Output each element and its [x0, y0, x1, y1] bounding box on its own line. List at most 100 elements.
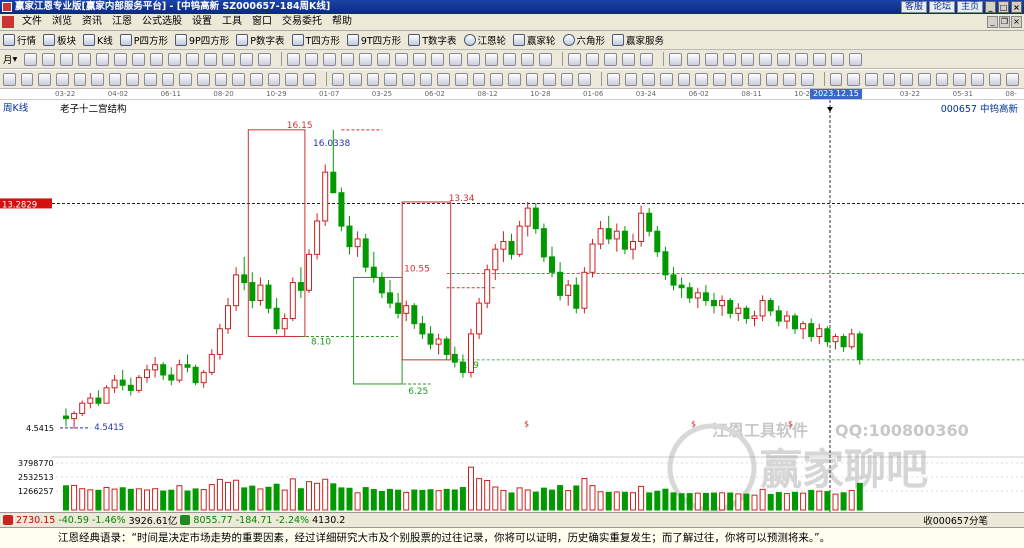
step-icon[interactable] — [521, 52, 535, 66]
drawing-tool-icon[interactable] — [179, 72, 193, 86]
left-icon[interactable] — [395, 52, 409, 66]
drawing-tool-icon[interactable] — [108, 72, 122, 86]
gann-fan-icon[interactable] — [258, 52, 272, 66]
star-icon[interactable] — [485, 52, 499, 66]
next-icon[interactable] — [359, 52, 373, 66]
window-icon[interactable] — [741, 52, 755, 66]
9p-square-button[interactable]: 9P四方形 — [175, 33, 229, 47]
down-icon[interactable] — [467, 52, 481, 66]
box-icon[interactable] — [240, 52, 254, 66]
parallel-icon[interactable] — [60, 52, 74, 66]
drawing-tool-icon[interactable] — [677, 72, 691, 86]
child-close-button[interactable]: × — [1011, 16, 1022, 28]
menu-gann[interactable]: 江恩 — [107, 14, 137, 30]
period-select[interactable]: 月 ▾ — [3, 52, 17, 67]
winner-service-button[interactable]: 赢家服务 — [612, 33, 664, 47]
hexagon-button[interactable]: 六角形 — [562, 33, 605, 47]
home-link[interactable]: 主页 — [956, 1, 983, 13]
drawing-tool-icon[interactable] — [144, 72, 157, 86]
drawing-tool-icon[interactable] — [454, 72, 468, 86]
first-icon[interactable] — [323, 52, 337, 66]
menu-window[interactable]: 窗口 — [247, 14, 277, 30]
drawing-tool-icon[interactable] — [560, 72, 574, 86]
grid-icon[interactable] — [669, 52, 683, 66]
right-icon[interactable] — [413, 52, 427, 66]
forum-link[interactable]: 论坛 — [928, 1, 955, 13]
zoom-in-icon[interactable] — [287, 52, 301, 66]
tick-detail-label[interactable]: 收000657分笔 — [923, 513, 988, 527]
menu-settings[interactable]: 设置 — [187, 14, 217, 30]
cross-icon[interactable] — [132, 52, 146, 66]
drawing-tool-icon[interactable] — [882, 72, 896, 86]
table-icon[interactable] — [723, 52, 737, 66]
service-link[interactable]: 客服 — [900, 1, 927, 13]
text-icon[interactable] — [168, 52, 182, 66]
drawing-tool-icon[interactable] — [829, 72, 843, 86]
help-icon[interactable] — [849, 52, 863, 66]
menu-trade[interactable]: 交易委托 — [277, 14, 327, 30]
maximize-button[interactable]: □ — [998, 1, 1009, 13]
drawing-tool-icon[interactable] — [232, 72, 245, 86]
drawing-tool-icon[interactable] — [970, 72, 984, 86]
cycle-icon[interactable] — [640, 52, 654, 66]
tile-icon[interactable] — [759, 52, 773, 66]
close-button[interactable]: × — [1011, 1, 1022, 13]
drawing-tool-icon[interactable] — [730, 72, 744, 86]
drawing-tool-icon[interactable] — [419, 72, 433, 86]
drawing-tool-icon[interactable] — [331, 72, 345, 86]
list-icon[interactable] — [705, 52, 719, 66]
drawing-tool-icon[interactable] — [660, 72, 673, 86]
kline-chart[interactable]: 江恩工具软件 QQ:100800360 赢家聊吧 13.2829 16.15 16.033… — [0, 100, 1024, 513]
check-icon[interactable] — [604, 52, 618, 66]
drawing-tool-icon[interactable] — [73, 72, 87, 86]
drawing-tool-icon[interactable] — [953, 72, 966, 86]
p-square-button[interactable]: P四方形 — [119, 33, 168, 47]
menu-formula[interactable]: 公式选股 — [137, 14, 187, 30]
p-number-table-button[interactable]: P数字表 — [236, 33, 285, 47]
ruler-icon[interactable] — [186, 52, 200, 66]
drawing-tool-icon[interactable] — [748, 72, 761, 86]
drawing-tool-icon[interactable] — [490, 72, 503, 86]
drawing-tool-icon[interactable] — [161, 72, 175, 86]
drawing-tool-icon[interactable] — [783, 72, 797, 86]
fib-icon[interactable] — [78, 52, 92, 66]
up-icon[interactable] — [449, 52, 463, 66]
export-icon[interactable] — [777, 52, 791, 66]
drawing-tool-icon[interactable] — [437, 72, 450, 86]
arrow-down-icon[interactable] — [114, 52, 128, 66]
drawing-tool-icon[interactable] — [214, 72, 228, 86]
9t-square-button[interactable]: 9T四方形 — [346, 33, 401, 47]
drawing-tool-icon[interactable] — [865, 72, 878, 86]
drawing-tool-icon[interactable] — [765, 72, 779, 86]
sector-button[interactable]: 板块 — [43, 33, 76, 47]
drawing-tool-icon[interactable] — [249, 72, 263, 86]
prev-icon[interactable] — [341, 52, 355, 66]
child-restore-button[interactable]: ❐ — [999, 16, 1010, 28]
drawing-tool-icon[interactable] — [712, 72, 726, 86]
drawing-tool-icon[interactable] — [20, 72, 34, 86]
t-number-table-button[interactable]: T数字表 — [408, 33, 457, 47]
kline-button[interactable]: K线 — [83, 33, 113, 47]
line-icon[interactable] — [24, 52, 38, 66]
font-icon[interactable] — [813, 52, 827, 66]
drawing-tool-icon[interactable] — [525, 72, 539, 86]
play-icon[interactable] — [503, 52, 517, 66]
drawing-tool-icon[interactable] — [543, 72, 556, 86]
plus-icon[interactable] — [586, 52, 600, 66]
winner-wheel-button[interactable]: 赢家轮 — [513, 33, 556, 47]
drawing-tool-icon[interactable] — [402, 72, 415, 86]
drawing-tool-icon[interactable] — [366, 72, 380, 86]
channel-icon[interactable] — [204, 52, 218, 66]
drawing-tool-icon[interactable] — [3, 72, 16, 86]
drawing-tool-icon[interactable] — [642, 72, 655, 86]
drawing-tool-icon[interactable] — [349, 72, 362, 86]
pitchfork-icon[interactable] — [222, 52, 236, 66]
chart-icon[interactable] — [687, 52, 701, 66]
diamond-icon[interactable] — [431, 52, 445, 66]
drawing-tool-icon[interactable] — [847, 72, 861, 86]
drawing-tool-icon[interactable] — [91, 72, 104, 86]
drawing-tool-icon[interactable] — [197, 72, 210, 86]
drawing-tool-icon[interactable] — [695, 72, 708, 86]
t-square-button[interactable]: T四方形 — [291, 33, 340, 47]
circle-icon[interactable] — [150, 52, 164, 66]
